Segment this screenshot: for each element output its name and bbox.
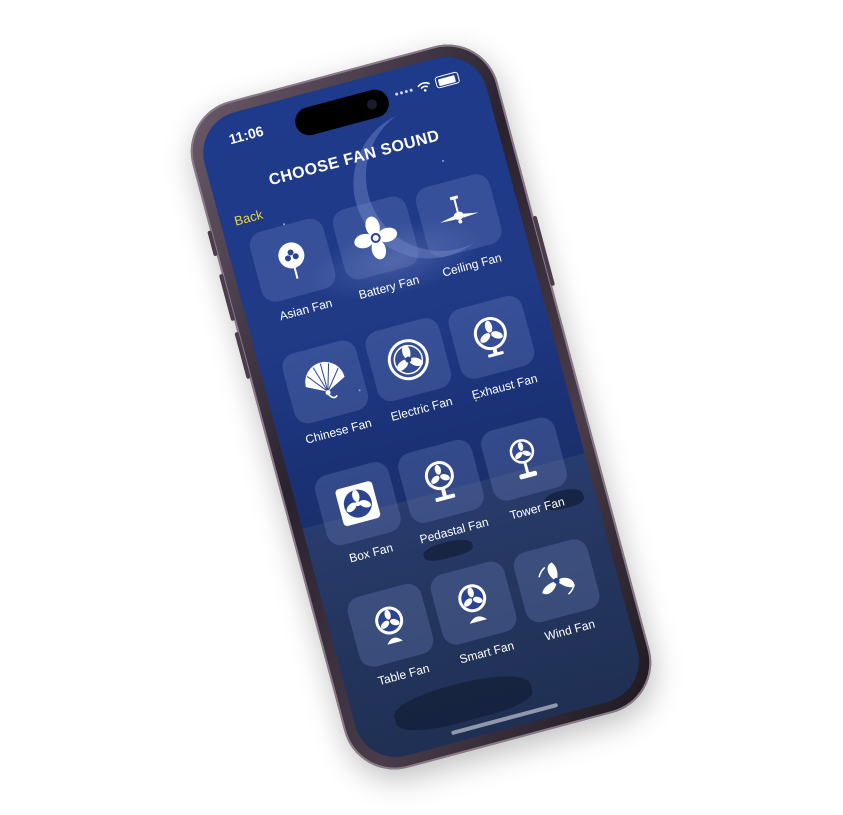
fan-grid: Asian Fan Battery Fan Ceiling Fan Chines…: [245, 171, 611, 692]
camera-icon: [365, 98, 379, 111]
fan-tile-electric[interactable]: Electric Fan: [360, 315, 462, 427]
smart-fan-icon: [427, 558, 520, 648]
wifi-icon: [417, 81, 430, 92]
back-button[interactable]: Back: [233, 207, 265, 229]
wind-fan-icon: [510, 536, 603, 626]
chinese-fan-icon: [279, 337, 372, 427]
status-time: 11:06: [227, 122, 266, 148]
signal-icon: [394, 87, 413, 96]
box-fan-icon: [311, 459, 404, 549]
fan-tile-chinese[interactable]: Chinese Fan: [277, 337, 379, 449]
phone-mockup: 11:06 CHOOSE FAN SOUND Back Asian Fan Ba…: [179, 32, 663, 782]
pedastal-fan-icon: [394, 436, 487, 526]
fan-tile-exhaust[interactable]: Exhaust Fan: [443, 292, 545, 404]
dynamic-island: [292, 86, 393, 139]
battery-icon: [434, 71, 461, 89]
tower-fan-icon: [477, 414, 571, 504]
fan-tile-smart[interactable]: Smart Fan: [426, 558, 528, 670]
fan-tile-battery[interactable]: Battery Fan: [328, 193, 430, 305]
fan-label: Asian Fan: [277, 295, 334, 324]
exhaust-fan-icon: [445, 292, 538, 383]
fan-tile-tower[interactable]: Tower Fan: [476, 414, 578, 526]
status-icons: [394, 71, 461, 100]
battery-fan-icon: [329, 193, 422, 283]
asian-fan-icon: [246, 215, 339, 305]
fan-tile-pedastal[interactable]: Pedastal Fan: [393, 436, 495, 548]
electric-fan-icon: [362, 315, 455, 405]
fan-label: Tower Fan: [508, 494, 567, 523]
table-fan-icon: [344, 580, 437, 670]
fan-label: Box Fan: [347, 540, 395, 566]
fan-tile-asian[interactable]: Asian Fan: [245, 215, 347, 327]
